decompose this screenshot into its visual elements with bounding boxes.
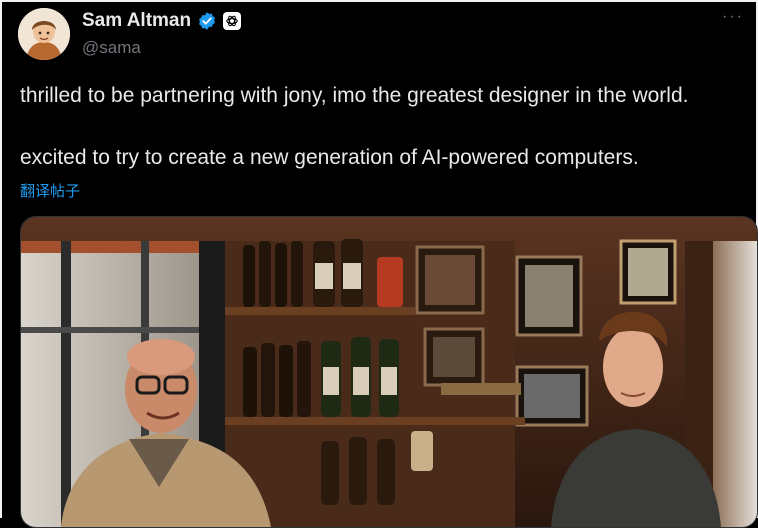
tweet-card: Sam Altman @sama ··· thrilled to be part… [0,0,758,528]
openai-logo-icon[interactable] [223,12,242,30]
post-photo[interactable] [20,216,758,528]
translate-post-link[interactable]: 翻译帖子 [20,180,80,201]
author-name-row: Sam Altman [82,10,242,32]
post-text-line-2: excited to try to create a new generatio… [20,146,639,169]
author-display-name[interactable]: Sam Altman [82,10,191,32]
author-handle[interactable]: @sama [82,38,141,58]
more-options-icon[interactable]: ··· [722,8,744,26]
avatar[interactable] [18,8,70,60]
post-text-line-1: thrilled to be partnering with jony, imo… [20,84,689,107]
verified-badge-icon[interactable] [197,11,217,31]
